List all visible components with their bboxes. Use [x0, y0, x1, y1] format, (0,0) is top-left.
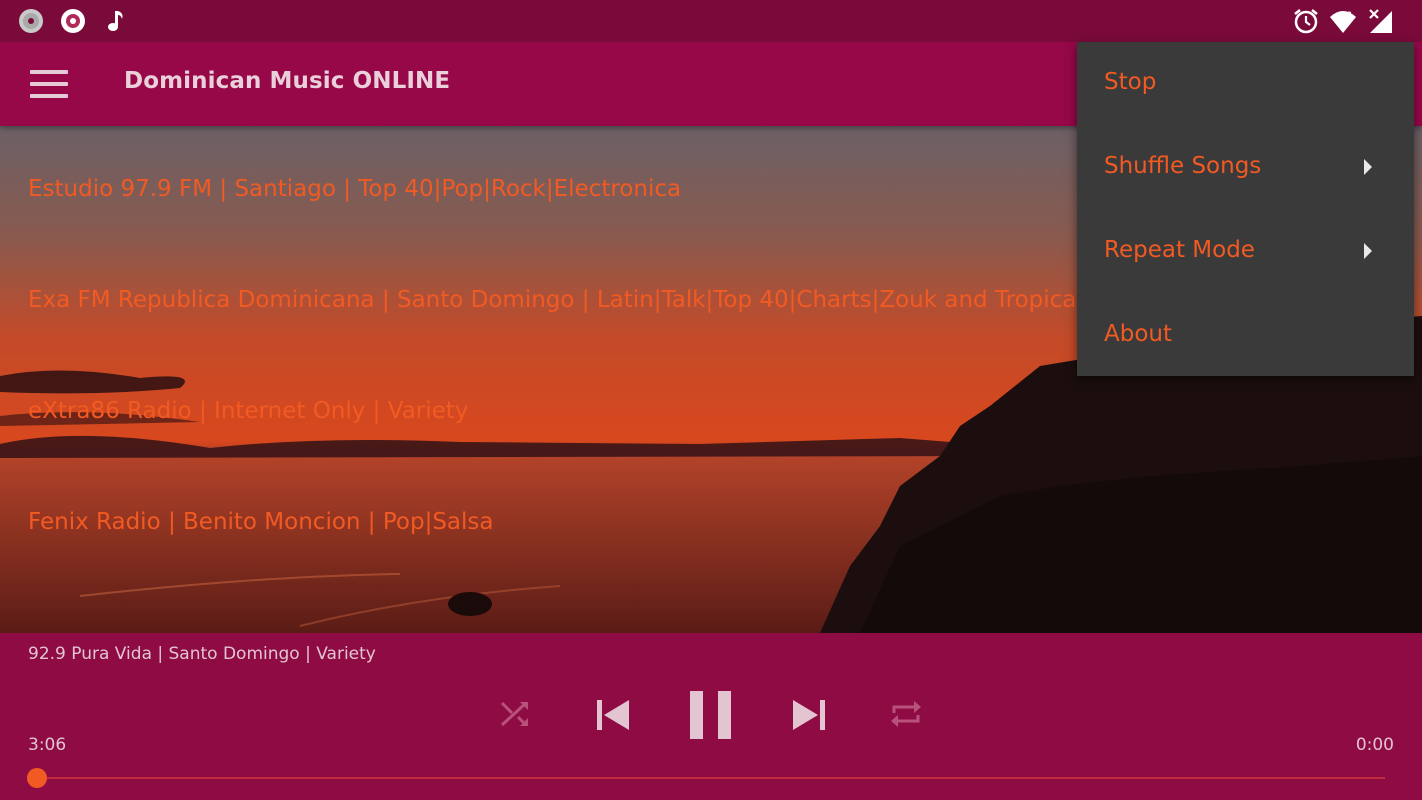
total-time: 0:00 — [1355, 735, 1394, 755]
station-item[interactable]: Estudio 97.9 FM | Santiago | Top 40|Pop|… — [28, 176, 681, 202]
menu-item-label: Stop — [1104, 69, 1157, 95]
now-playing-title: 92.9 Pura Vida | Santo Domingo | Variety — [28, 644, 376, 664]
menu-icon[interactable] — [30, 70, 68, 98]
next-icon[interactable] — [790, 697, 828, 733]
chevron-right-icon — [1364, 159, 1372, 175]
elapsed-time: 3:06 — [28, 735, 67, 755]
alarm-icon — [1294, 9, 1318, 34]
status-bar: ? — [0, 0, 1422, 42]
menu-item-label: Shuffle Songs — [1104, 153, 1262, 179]
player-panel: 92.9 Pura Vida | Santo Domingo | Variety… — [0, 633, 1422, 800]
menu-item-label: Repeat Mode — [1104, 237, 1255, 263]
cd-icon — [19, 9, 43, 33]
radio-icon — [61, 9, 85, 33]
music-note-icon — [108, 11, 123, 31]
pause-icon[interactable] — [688, 689, 734, 741]
menu-item-repeat-mode[interactable]: Repeat Mode — [1077, 210, 1414, 294]
app-title: Dominican Music ONLINE — [124, 68, 451, 94]
menu-item-shuffle-songs[interactable]: Shuffle Songs — [1077, 126, 1414, 210]
menu-item-label: About — [1104, 321, 1173, 347]
station-item[interactable]: Exa FM Republica Dominicana | Santo Domi… — [28, 287, 1083, 313]
station-list: Estudio 97.9 FM | Santiago | Top 40|Pop|… — [0, 126, 1083, 633]
shuffle-icon[interactable] — [498, 697, 534, 731]
menu-item-stop[interactable]: Stop — [1077, 42, 1414, 126]
menu-item-about[interactable]: About — [1077, 294, 1414, 378]
no-signal-icon — [1369, 9, 1392, 33]
overflow-menu: Stop Shuffle Songs Repeat Mode About — [1077, 42, 1414, 376]
seek-bar[interactable] — [37, 777, 1385, 779]
seek-thumb[interactable] — [27, 768, 47, 788]
chevron-right-icon — [1364, 243, 1372, 259]
svg-text:?: ? — [1347, 11, 1352, 21]
wifi-icon: ? — [1330, 11, 1356, 33]
station-item[interactable]: Fenix Radio | Benito Moncion | Pop|Salsa — [28, 509, 494, 535]
repeat-icon[interactable] — [888, 697, 924, 731]
previous-icon[interactable] — [594, 697, 632, 733]
station-item[interactable]: eXtra86 Radio | Internet Only | Variety — [28, 398, 468, 424]
